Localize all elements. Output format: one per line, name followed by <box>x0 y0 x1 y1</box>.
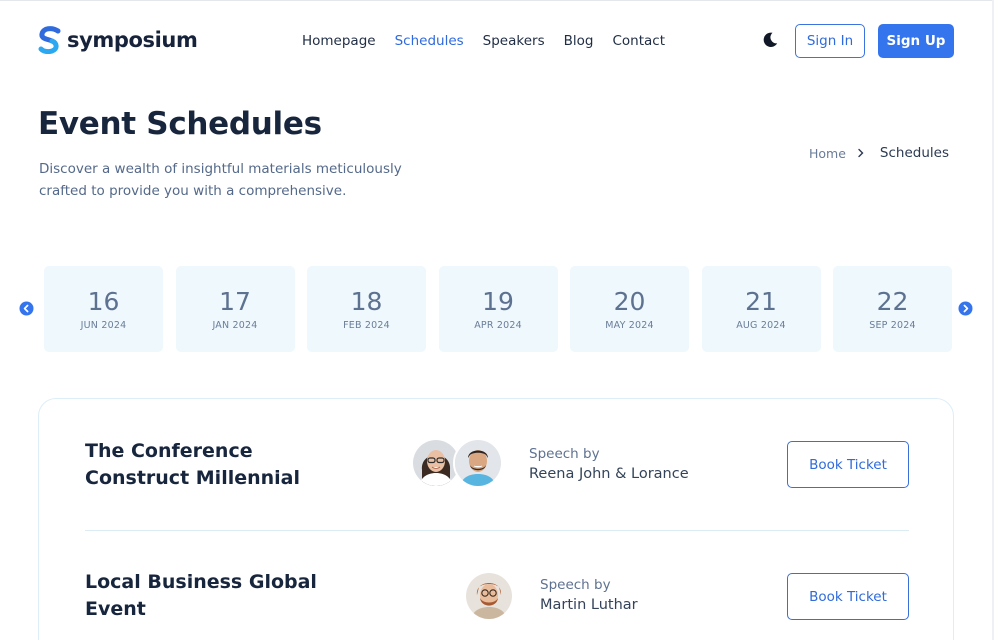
breadcrumb-home[interactable]: Home <box>809 146 846 161</box>
next-arrow-icon[interactable] <box>958 301 973 316</box>
book-ticket-button[interactable]: Book Ticket <box>787 573 909 620</box>
brand-name: symposium <box>67 28 198 52</box>
date-month: SEP 2024 <box>869 319 916 331</box>
schedule-list: The Conference Construct Millennial Spee… <box>38 398 954 640</box>
nav-schedules[interactable]: Schedules <box>395 33 464 49</box>
man-avatar-icon <box>455 440 501 486</box>
date-month: JAN 2024 <box>212 319 258 331</box>
moon-icon[interactable] <box>761 31 779 49</box>
man-avatar-icon <box>466 573 512 619</box>
date-card[interactable]: 19 APR 2024 <box>438 266 558 352</box>
date-card[interactable]: 17 JAN 2024 <box>175 266 295 352</box>
speech-label: Speech by <box>540 577 611 593</box>
date-month: FEB 2024 <box>343 319 390 331</box>
event-title: Local Business Global Event <box>85 571 317 620</box>
date-month: AUG 2024 <box>736 319 786 331</box>
date-month: APR 2024 <box>474 319 522 331</box>
breadcrumb: Home Schedules <box>809 145 949 161</box>
speech-label: Speech by <box>529 446 600 462</box>
date-day: 18 <box>350 286 383 316</box>
event-title: The Conference Construct Millennial <box>85 440 301 489</box>
speaker-names: Martin Luthar <box>540 597 638 613</box>
date-day: 22 <box>876 286 909 316</box>
date-card[interactable]: 20 MAY 2024 <box>570 266 689 352</box>
date-card[interactable]: 22 SEP 2024 <box>833 266 952 352</box>
date-day: 19 <box>482 286 514 316</box>
main-nav: Homepage Schedules Speakers Blog Contact <box>302 33 665 49</box>
breadcrumb-current: Schedules <box>879 145 949 161</box>
date-month: MAY 2024 <box>605 319 654 331</box>
date-day: 21 <box>745 286 777 316</box>
date-month: JUN 2024 <box>80 319 127 331</box>
symposium-logo-icon <box>38 26 61 54</box>
window-top-border <box>0 0 994 1</box>
chevron-right-icon <box>858 148 864 158</box>
sign-in-button[interactable]: Sign In <box>795 24 865 58</box>
prev-arrow-icon[interactable] <box>19 301 34 316</box>
date-day: 20 <box>613 286 646 316</box>
date-day: 16 <box>87 286 120 316</box>
page-description: Discover a wealth of insightful material… <box>39 161 402 199</box>
date-selector: 16 JUN 2024 17 JAN 2024 18 FEB 2024 19 A… <box>44 266 952 352</box>
date-card[interactable]: 16 JUN 2024 <box>44 266 163 352</box>
nav-contact[interactable]: Contact <box>612 33 665 49</box>
speaker-avatars <box>464 571 514 621</box>
sign-up-button[interactable]: Sign Up <box>878 24 954 58</box>
page-title: Event Schedules <box>38 106 322 142</box>
speaker-avatars <box>411 438 503 488</box>
brand-logo[interactable]: symposium <box>38 26 198 54</box>
book-ticket-button[interactable]: Book Ticket <box>787 441 909 488</box>
date-day: 17 <box>219 286 251 316</box>
nav-homepage[interactable]: Homepage <box>302 33 376 49</box>
date-card[interactable]: 18 FEB 2024 <box>307 266 426 352</box>
date-card[interactable]: 21 AUG 2024 <box>701 266 821 352</box>
nav-speakers[interactable]: Speakers <box>483 33 545 49</box>
divider <box>85 530 909 531</box>
avatar <box>464 571 514 621</box>
avatar <box>453 438 503 488</box>
speaker-names: Reena John & Lorance <box>529 466 689 482</box>
nav-blog[interactable]: Blog <box>564 33 594 49</box>
